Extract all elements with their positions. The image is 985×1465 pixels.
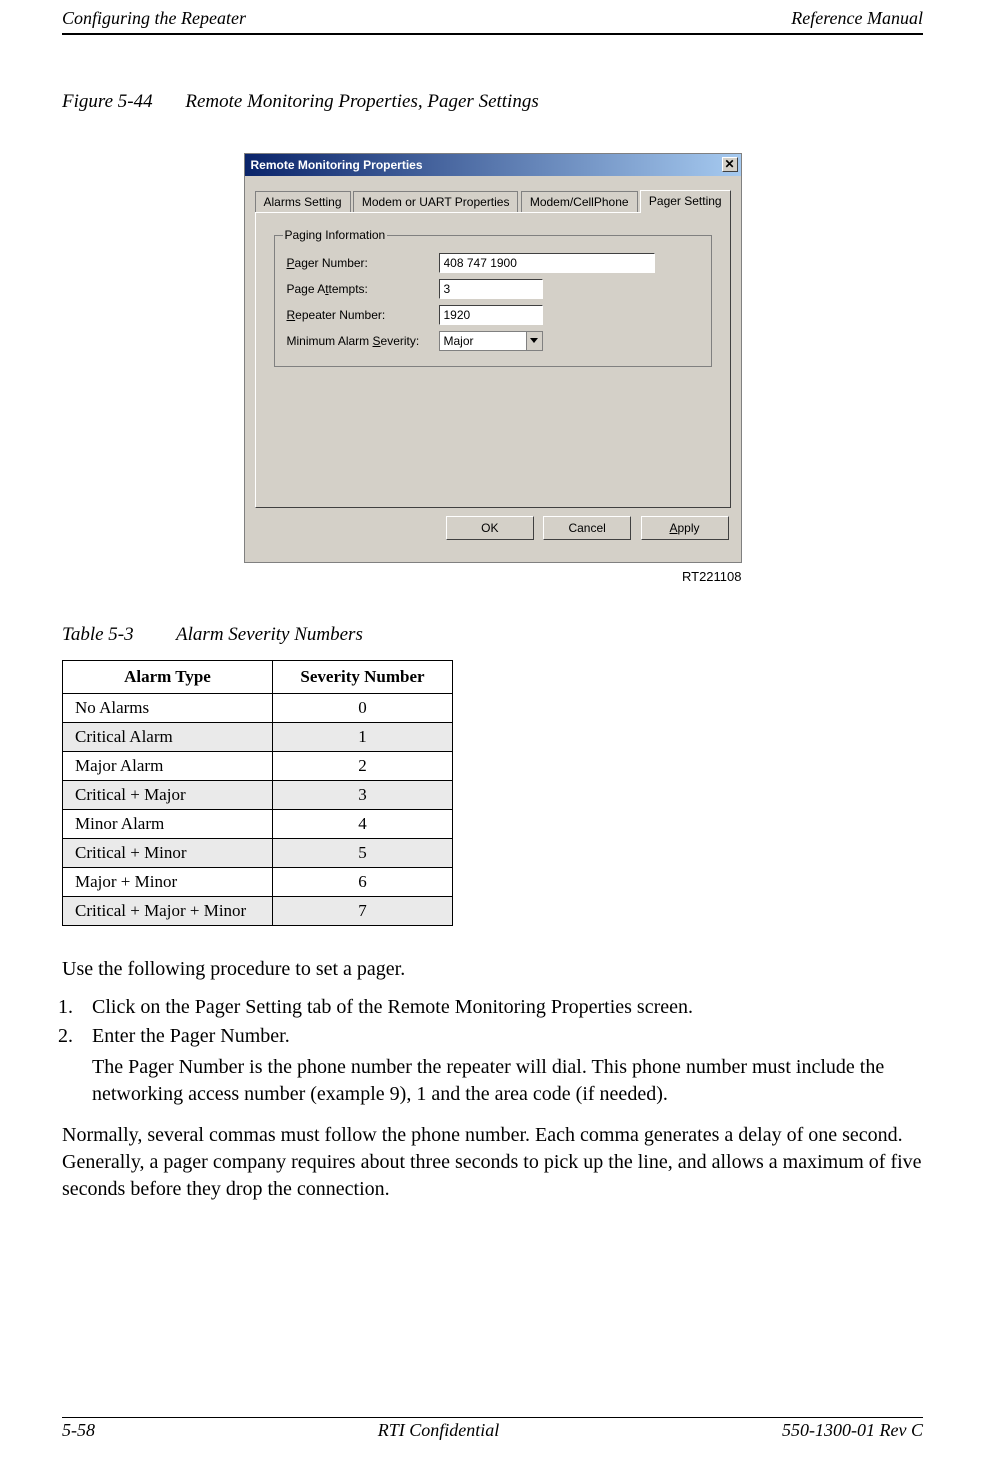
label-repeater-number: Repeater Number:	[287, 308, 439, 322]
figure-caption: Figure 5-44 Remote Monitoring Properties…	[62, 91, 923, 113]
figure-image-id: RT221108	[244, 569, 742, 584]
footer-center: RTI Confidential	[378, 1420, 500, 1441]
list-item: Enter the Pager Number. The Pager Number…	[78, 1025, 923, 1108]
min-severity-value[interactable]	[440, 332, 526, 350]
table-row: Minor Alarm4	[63, 810, 453, 839]
groupbox-paging-info: Paging Information Pager Number: Page At…	[274, 235, 712, 367]
footer-left: 5-58	[62, 1420, 95, 1441]
table-row: Critical Alarm1	[63, 723, 453, 752]
step-text: Click on the Pager Setting tab of the Re…	[92, 996, 693, 1018]
step-text: Enter the Pager Number.	[92, 1025, 290, 1047]
body-paragraph: Normally, several commas must follow the…	[62, 1122, 923, 1203]
table-row: Critical + Minor5	[63, 839, 453, 868]
table-title: Alarm Severity Numbers	[176, 624, 363, 645]
chevron-down-icon[interactable]	[526, 332, 542, 350]
tab-alarms-setting[interactable]: Alarms Setting	[255, 191, 351, 212]
tab-panel-pager: Paging Information Pager Number: Page At…	[255, 212, 731, 508]
table-row: Critical + Major + Minor7	[63, 897, 453, 926]
apply-button[interactable]: Apply	[641, 516, 729, 540]
page-attempts-input[interactable]	[439, 279, 543, 299]
table-row: Major + Minor6	[63, 868, 453, 897]
figure-wrapper: Remote Monitoring Properties ✕ Alarms Se…	[62, 153, 923, 584]
repeater-number-input[interactable]	[439, 305, 543, 325]
cancel-button[interactable]: Cancel	[543, 516, 631, 540]
close-button[interactable]: ✕	[722, 157, 738, 172]
tabstrip: Alarms Setting Modem or UART Properties …	[255, 190, 731, 212]
table-row: Critical + Major3	[63, 781, 453, 810]
th-alarm-type: Alarm Type	[63, 661, 273, 694]
table-label: Table 5-3	[62, 624, 134, 645]
ok-button[interactable]: OK	[446, 516, 534, 540]
step-subtext: The Pager Number is the phone number the…	[92, 1054, 923, 1108]
label-pager-number: Pager Number:	[287, 256, 439, 270]
figure-title: Remote Monitoring Properties, Pager Sett…	[185, 91, 538, 112]
pager-number-input[interactable]	[439, 253, 655, 273]
close-icon: ✕	[724, 157, 734, 171]
tab-modem-uart[interactable]: Modem or UART Properties	[353, 191, 519, 212]
label-page-attempts: Page Attempts:	[287, 282, 439, 296]
dialog-title: Remote Monitoring Properties	[251, 158, 423, 172]
groupbox-legend: Paging Information	[283, 228, 388, 242]
tab-pager-setting[interactable]: Pager Setting	[640, 190, 731, 213]
intro-text: Use the following procedure to set a pag…	[62, 956, 923, 982]
dialog-buttons: OK Cancel Apply	[255, 508, 731, 552]
figure-label: Figure 5-44	[62, 91, 153, 112]
header-right: Reference Manual	[791, 8, 923, 29]
header-left: Configuring the Repeater	[62, 8, 246, 29]
table-caption: Table 5-3 Alarm Severity Numbers	[62, 624, 923, 646]
min-severity-combo[interactable]	[439, 331, 543, 351]
tab-modem-cellphone[interactable]: Modem/CellPhone	[521, 191, 638, 212]
severity-table: Alarm Type Severity Number No Alarms0 Cr…	[62, 660, 453, 926]
dialog-titlebar: Remote Monitoring Properties ✕	[245, 154, 741, 176]
list-item: Click on the Pager Setting tab of the Re…	[78, 996, 923, 1019]
page-footer: 5-58 RTI Confidential 550-1300-01 Rev C	[62, 1417, 923, 1441]
th-severity-number: Severity Number	[273, 661, 453, 694]
footer-right: 550-1300-01 Rev C	[782, 1420, 923, 1441]
table-row: Major Alarm2	[63, 752, 453, 781]
table-row: No Alarms0	[63, 694, 453, 723]
label-min-severity: Minimum Alarm Severity:	[287, 334, 439, 348]
steps-list: Click on the Pager Setting tab of the Re…	[62, 996, 923, 1108]
dialog-window: Remote Monitoring Properties ✕ Alarms Se…	[244, 153, 742, 563]
page-header: Configuring the Repeater Reference Manua…	[62, 0, 923, 35]
